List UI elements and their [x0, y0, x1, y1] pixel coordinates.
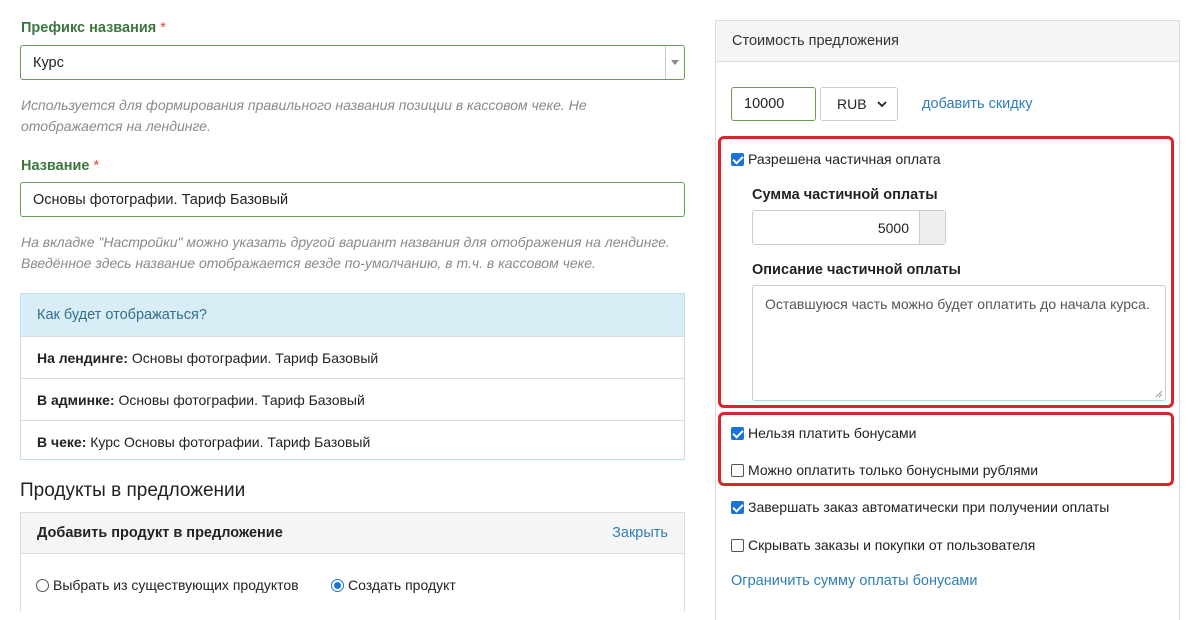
name-input-value: Основы фотографии. Тариф Базовый [33, 191, 289, 208]
currency-select[interactable]: RUB [820, 87, 898, 121]
preview-panel: Как будет отображаться? На лендинге: Осн… [20, 293, 685, 460]
partial-allowed-label: Разрешена частичная оплата [748, 151, 941, 167]
price-input-value: 10000 [744, 96, 785, 112]
no-bonus-checkbox[interactable] [731, 426, 744, 440]
only-bonus-checkbox-row[interactable]: Можно оплатить только бонусными рублями [731, 462, 1038, 478]
only-bonus-checkbox[interactable] [731, 463, 744, 477]
radio-existing[interactable] [36, 578, 49, 592]
partial-sum-input[interactable]: 5000 [753, 211, 919, 244]
partial-allowed-checkbox[interactable] [731, 152, 744, 166]
prefix-select-value: Курс [33, 54, 64, 71]
hide-orders-checkbox-row[interactable]: Скрывать заказы и покупки от пользовател… [731, 537, 1035, 553]
add-product-panel: Добавить продукт в предложение Закрыть В… [20, 512, 685, 612]
cost-title: Стоимость предложения [716, 21, 1179, 62]
radio-create[interactable] [331, 578, 344, 592]
prefix-label: Префикс названия * [21, 20, 166, 36]
products-heading: Продукты в предложении [20, 480, 246, 501]
partial-allowed-checkbox-row[interactable]: Разрешена частичная оплата [731, 151, 941, 167]
preview-row-value: Основы фотографии. Тариф Базовый [131, 349, 379, 366]
add-product-title: Добавить продукт в предложение [37, 525, 283, 541]
add-product-header: Добавить продукт в предложение Закрыть [21, 513, 684, 554]
option-create-label: Создать продукт [348, 577, 456, 593]
prefix-dropdown-arrow[interactable] [665, 46, 684, 79]
prefix-label-text: Префикс названия [21, 20, 157, 36]
partial-sum-value: 5000 [877, 219, 909, 236]
auto-complete-label: Завершать заказ автоматически при получе… [748, 499, 1110, 515]
preview-row-landing: На лендинге: Основы фотографии. Тариф Ба… [21, 336, 684, 378]
option-existing-label: Выбрать из существующих продуктов [53, 577, 299, 593]
name-hint: На вкладке "Настройки" можно указать дру… [21, 234, 670, 271]
preview-row-label: В админке: [37, 391, 115, 408]
resize-handle-icon[interactable] [1155, 390, 1163, 398]
hide-orders-checkbox[interactable] [731, 538, 744, 552]
preview-row-value: Курс Основы фотографии. Тариф Базовый [90, 433, 371, 450]
name-label: Название * [21, 158, 99, 174]
preview-row-receipt: В чеке: Курс Основы фотографии. Тариф Ба… [21, 420, 684, 462]
chevron-down-icon [671, 60, 679, 65]
chevron-down-icon [876, 100, 887, 107]
name-label-text: Название [21, 158, 90, 174]
required-mark: * [93, 158, 100, 174]
price-input[interactable]: 10000 [731, 87, 816, 121]
required-mark: * [160, 20, 166, 36]
currency-value: RUB [837, 96, 867, 112]
prefix-select[interactable]: Курс [20, 45, 685, 80]
auto-complete-checkbox-row[interactable]: Завершать заказ автоматически при получе… [731, 499, 1109, 515]
preview-row-admin: В админке: Основы фотографии. Тариф Базо… [21, 378, 684, 420]
name-input[interactable]: Основы фотографии. Тариф Базовый [20, 182, 685, 217]
limit-bonus-link[interactable]: Ограничить сумму оплаты бонусами [731, 573, 977, 589]
prefix-hint: Используется для формирования правильног… [21, 97, 587, 134]
no-bonus-checkbox-row[interactable]: Нельзя платить бонусами [731, 425, 916, 441]
partial-sum-label: Сумма частичной оплаты [752, 187, 938, 203]
partial-desc-value: Оставшуюся часть можно будет оплатить до… [765, 296, 1150, 312]
preview-row-value: Основы фотографии. Тариф Базовый [118, 391, 365, 408]
partial-sum-input-group: 5000 [752, 210, 946, 245]
partial-sum-addon [919, 211, 945, 244]
auto-complete-checkbox[interactable] [731, 500, 744, 514]
option-existing[interactable]: Выбрать из существующих продуктов [36, 577, 299, 593]
partial-desc-textarea[interactable]: Оставшуюся часть можно будет оплатить до… [752, 285, 1166, 401]
close-link[interactable]: Закрыть [612, 525, 668, 541]
hide-orders-label: Скрывать заказы и покупки от пользовател… [748, 537, 1036, 553]
preview-row-label: На лендинге: [37, 349, 128, 366]
option-create[interactable]: Создать продукт [331, 577, 456, 593]
no-bonus-label: Нельзя платить бонусами [748, 425, 917, 441]
preview-row-label: В чеке: [37, 433, 87, 450]
only-bonus-label: Можно оплатить только бонусными рублями [748, 462, 1039, 478]
preview-title: Как будет отображаться? [21, 294, 684, 336]
partial-desc-label: Описание частичной оплаты [752, 262, 961, 278]
add-discount-link[interactable]: добавить скидку [922, 96, 1033, 112]
